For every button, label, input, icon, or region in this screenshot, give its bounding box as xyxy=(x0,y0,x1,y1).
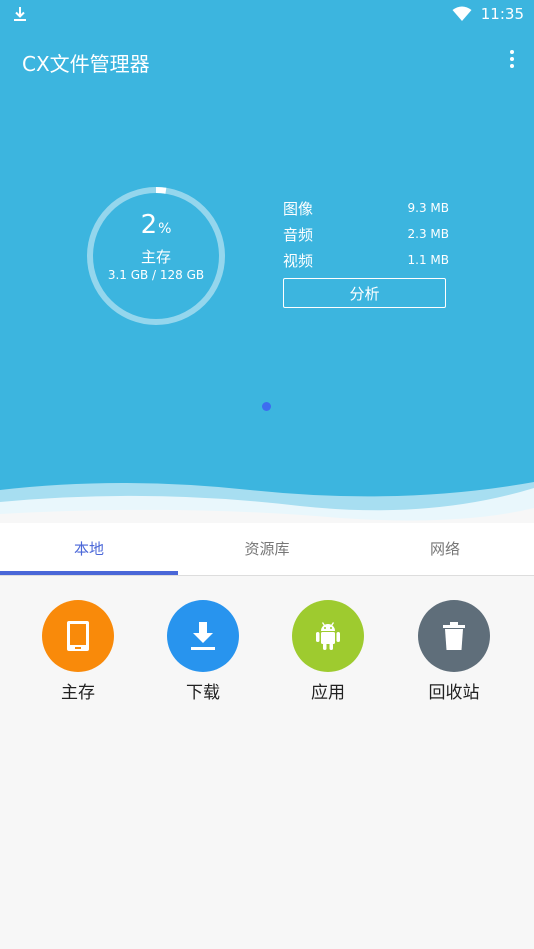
storage-usage: 3.1 GB / 128 GB xyxy=(107,268,205,282)
storage-hero: 11:35 CX文件管理器 2% 主存 3.1 GB / 128 GB 图像 9… xyxy=(0,0,534,525)
download-status-icon xyxy=(14,7,26,21)
shortcut-circle xyxy=(418,600,490,672)
shortcut-apps[interactable]: 应用 xyxy=(273,600,383,703)
stat-size: 9.3 MB xyxy=(407,201,449,215)
android-icon xyxy=(316,622,340,650)
app-bar: CX文件管理器 xyxy=(0,40,534,80)
status-time: 11:35 xyxy=(480,5,524,23)
shortcut-main-storage[interactable]: 主存 xyxy=(23,600,133,703)
download-icon xyxy=(191,622,215,650)
stat-name: 图像 xyxy=(283,200,314,218)
stat-row-audio: 音频 2.3 MB xyxy=(283,224,449,250)
shortcut-label: 主存 xyxy=(61,683,95,703)
shortcut-circle xyxy=(292,600,364,672)
shortcut-circle xyxy=(42,600,114,672)
shortcut-recycle-bin[interactable]: 回收站 xyxy=(399,600,509,703)
tab-indicator xyxy=(0,571,178,575)
status-bar: 11:35 xyxy=(0,0,534,28)
more-options-icon[interactable] xyxy=(508,50,516,70)
shortcut-grid: 主存 下载 应用 回收站 xyxy=(0,600,534,710)
stat-size: 2.3 MB xyxy=(407,227,449,241)
tab-local[interactable]: 本地 xyxy=(0,523,178,575)
storage-label: 主存 xyxy=(140,248,171,266)
stat-name: 视频 xyxy=(283,252,314,270)
storage-ring-text: 2% 主存 3.1 GB / 128 GB xyxy=(84,184,228,328)
wave-decoration xyxy=(0,482,534,525)
page-indicator-dot xyxy=(262,402,271,411)
analyze-button[interactable]: 分析 xyxy=(283,278,446,308)
stat-row-images: 图像 9.3 MB xyxy=(283,198,449,224)
trash-icon xyxy=(443,622,465,650)
stat-row-video: 视频 1.1 MB xyxy=(283,250,449,276)
app-title: CX文件管理器 xyxy=(22,52,150,76)
shortcut-circle xyxy=(167,600,239,672)
tablet-icon xyxy=(67,621,89,651)
media-stats: 图像 9.3 MB 音频 2.3 MB 视频 1.1 MB xyxy=(283,198,449,276)
wifi-icon xyxy=(452,6,472,21)
tab-library[interactable]: 资源库 xyxy=(178,523,356,575)
shortcut-label: 下载 xyxy=(186,683,220,703)
stat-size: 1.1 MB xyxy=(407,253,449,267)
stat-name: 音频 xyxy=(283,226,314,244)
storage-percent: 2% xyxy=(140,210,172,240)
tab-bar: 本地 资源库 网络 xyxy=(0,523,534,576)
shortcut-label: 回收站 xyxy=(428,683,480,703)
shortcut-download[interactable]: 下载 xyxy=(148,600,258,703)
tab-network[interactable]: 网络 xyxy=(356,523,534,575)
shortcut-label: 应用 xyxy=(311,683,345,703)
